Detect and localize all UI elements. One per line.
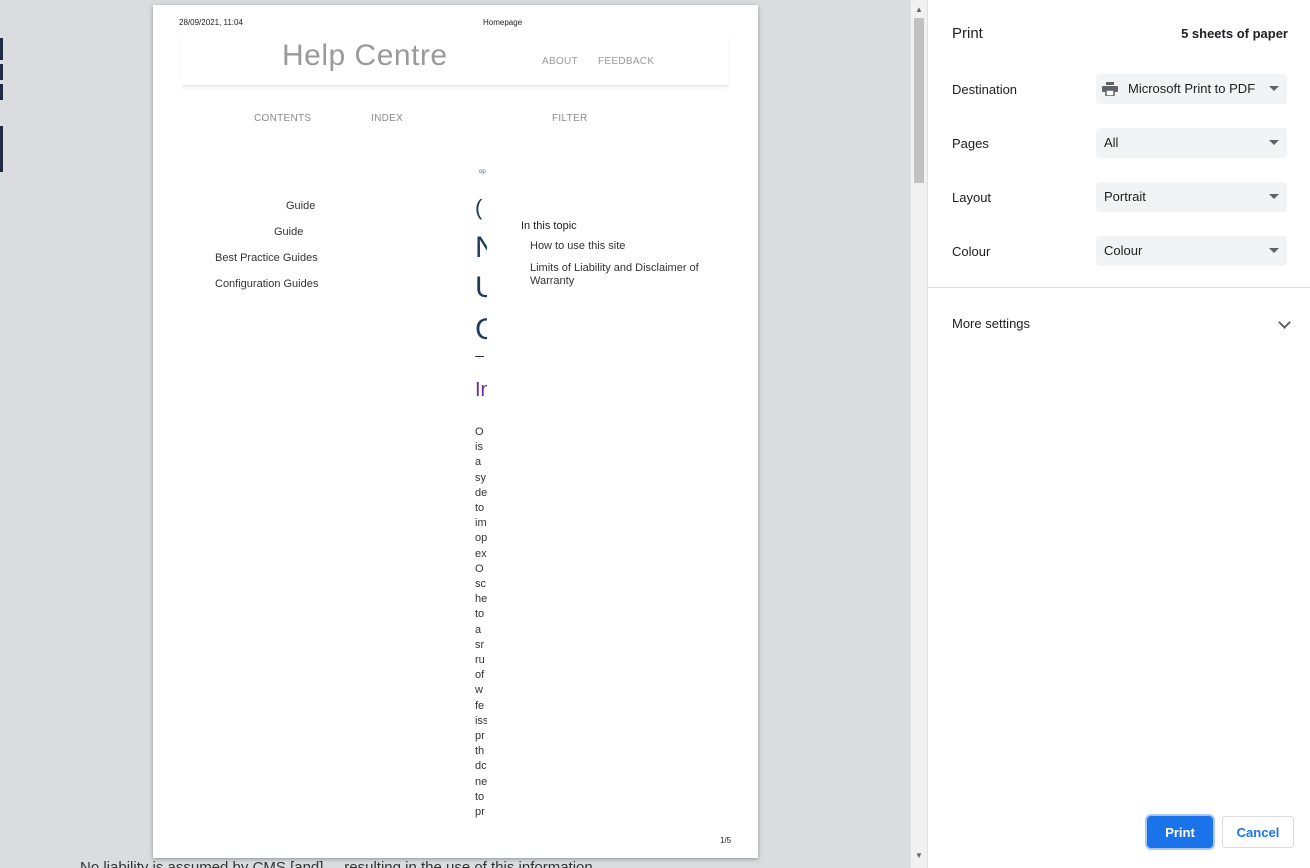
body-line: th [475,745,485,758]
body-line: op [475,532,487,545]
print-button[interactable]: Print [1147,816,1213,848]
body-line: pr [475,806,485,819]
body-line: dc [475,760,487,773]
tab-filter[interactable]: FILTER [552,113,588,124]
breadcrumb: op [479,169,486,175]
layout-select[interactable]: Portrait [1096,182,1287,212]
sidebar-link-guide[interactable]: Guide [286,200,315,212]
destination-label: Destination [952,82,1018,97]
body-line: ne [475,775,487,788]
background-page-strip [0,38,3,60]
heading-fragment: C [475,313,487,346]
article-body-text: Ois a sy de to im op ex Osc he to a sr ru of w fe iss pr th… [475,425,487,820]
nav-feedback[interactable]: FEEDBACK [598,56,654,67]
print-settings-panel: Print 5 sheets of paper Destination Micr… [927,0,1310,868]
more-settings-toggle[interactable]: More settings [952,316,1030,331]
scroll-thumb[interactable] [914,18,924,183]
body-line: a [475,456,482,469]
heading-fragment: ( [475,195,483,220]
destination-value: Microsoft Print to PDF [1128,81,1256,96]
sidebar-link-best-practice-guides[interactable]: Best Practice Guides [215,252,318,264]
cancel-button[interactable]: Cancel [1222,816,1294,848]
heading-rule [475,356,484,357]
site-header: Help Centre ABOUT FEEDBACK [182,33,728,86]
body-line: to [475,502,485,515]
destination-select[interactable]: Microsoft Print to PDF [1096,74,1287,104]
body-line: ru [475,654,485,667]
body-line: to [475,608,485,621]
sheet-count: 5 sheets of paper [1181,26,1288,41]
print-header-date: 28/09/2021, 11:04 [179,18,243,27]
sidebar-link-configuration-guides[interactable]: Configuration Guides [215,278,318,290]
dropdown-arrow-icon [1269,140,1279,145]
background-page-strip [0,64,3,80]
toc-item-how-to-use[interactable]: How to use this site [530,240,710,253]
toc-heading: In this topic [521,220,577,232]
body-line: pr [475,730,485,743]
toc-item-liability[interactable]: Limits of Liability and Disclaimer of Wa… [530,262,710,288]
tab-contents[interactable]: CONTENTS [254,113,311,124]
body-line: he [475,593,487,606]
tab-index[interactable]: INDEX [371,113,403,124]
background-page-strip [0,84,3,100]
body-line: fe [475,699,485,712]
scroll-up-icon[interactable]: ▲ [915,5,923,14]
page-number: 1/5 [720,836,732,845]
body-line: sr [475,638,485,651]
body-line: O [475,426,484,438]
heading-fragment: N [475,231,487,264]
body-line: a [475,623,482,636]
panel-title: Print [952,25,983,42]
preview-scrollbar[interactable]: ▲ ▼ [910,0,928,868]
background-page-text: No liability is assumed by CMS [and] ...… [80,859,593,868]
body-line: iss [475,714,487,727]
body-line: to [475,790,485,803]
body-line: de [475,486,487,499]
scroll-down-icon[interactable]: ▼ [915,851,923,860]
colour-value: Colour [1104,243,1143,258]
print-header-title: Homepage [483,18,523,27]
background-page-strip [0,126,3,172]
body-line: O [475,562,484,575]
body-line: ex [475,547,487,560]
body-line: sy [475,471,486,484]
pages-select[interactable]: All [1096,128,1287,158]
colour-select[interactable]: Colour [1096,236,1287,266]
body-line: is [475,441,483,454]
section-heading-fragment: In [475,379,487,401]
layout-label: Layout [952,190,992,205]
chevron-down-icon[interactable] [1278,316,1291,329]
print-preview-area: No liability is assumed by CMS [and] ...… [0,0,910,868]
pages-label: Pages [952,136,989,151]
body-line: sc [475,578,486,591]
layout-value: Portrait [1104,189,1146,204]
body-line: w [475,684,483,697]
dropdown-arrow-icon [1269,248,1279,253]
site-title: Help Centre [282,39,448,72]
dropdown-arrow-icon [1269,86,1279,91]
nav-about[interactable]: ABOUT [542,56,578,67]
pages-value: All [1104,135,1119,150]
divider [928,287,1310,288]
preview-page: 28/09/2021, 11:04 Homepage Help Centre A… [153,5,758,858]
body-line: of [475,669,485,682]
body-line: im [475,517,487,530]
dropdown-arrow-icon [1269,194,1279,199]
colour-label: Colour [952,244,991,259]
sidebar-link-guide[interactable]: Guide [274,226,303,238]
heading-fragment: U [475,271,487,304]
printer-icon [1102,82,1118,96]
